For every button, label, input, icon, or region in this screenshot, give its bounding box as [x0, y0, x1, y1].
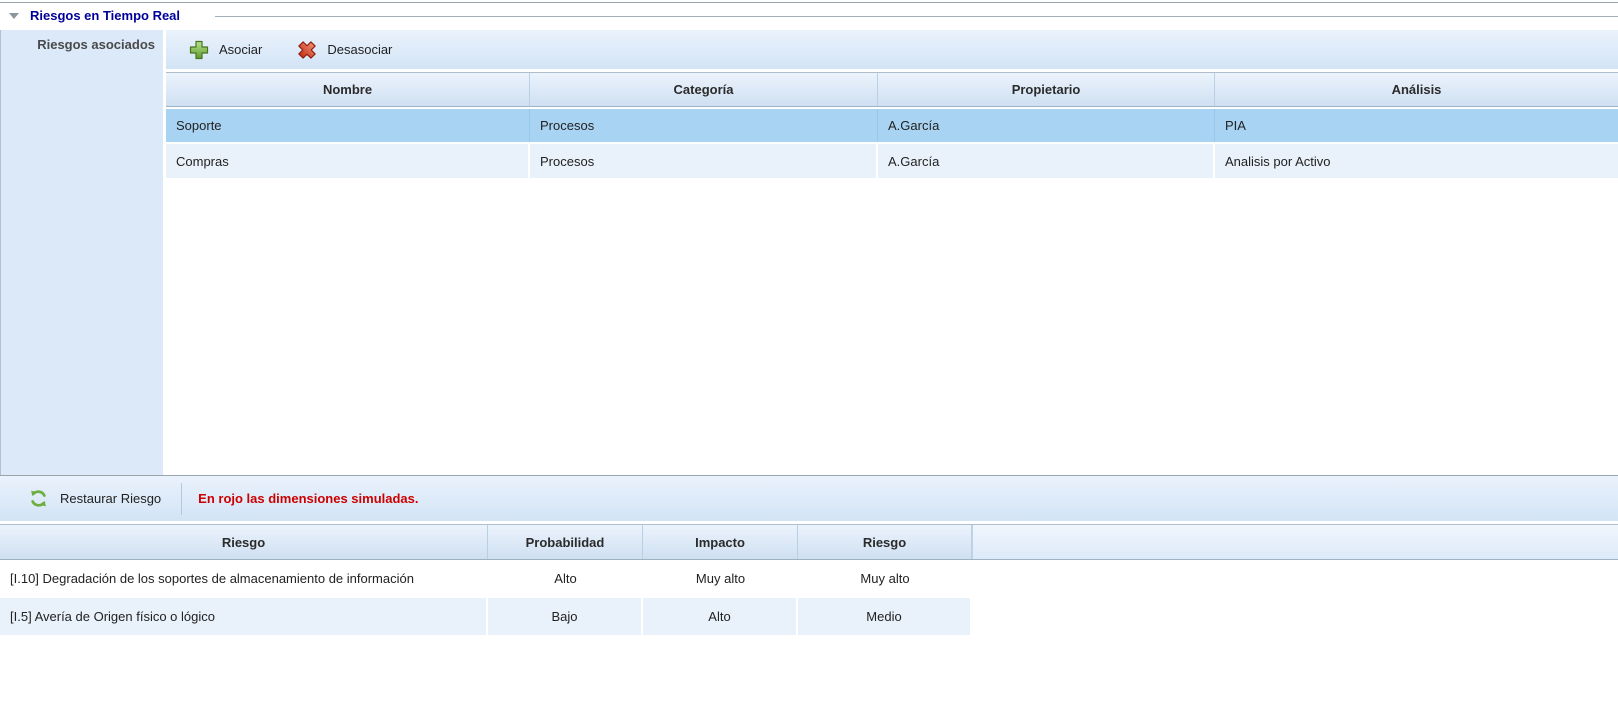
- section-header: Riesgos en Tiempo Real: [8, 7, 1618, 27]
- cell-probabilidad: Alto: [488, 560, 643, 597]
- column-header-nombre: Nombre: [166, 73, 530, 106]
- cell-propietario: A.García: [878, 109, 1215, 142]
- cell-categoria: Procesos: [530, 109, 878, 142]
- cell-filler: [972, 598, 1618, 635]
- cell-nombre: Compras: [166, 144, 530, 178]
- sidebar-panel: Riesgos asociados: [0, 30, 163, 475]
- sidebar-label: Riesgos asociados: [1, 30, 163, 52]
- cell-propietario: A.García: [878, 144, 1215, 178]
- restaurar-riesgo-button[interactable]: Restaurar Riesgo: [20, 484, 169, 513]
- section-divider: [215, 16, 1618, 17]
- cell-impacto: Muy alto: [643, 560, 798, 597]
- toolbar-separator: [181, 483, 182, 515]
- riesgos-screen: Riesgos en Tiempo Real Riesgos asociados…: [0, 0, 1618, 705]
- simulated-dimensions-note: En rojo las dimensiones simuladas.: [198, 491, 418, 506]
- column-header-filler: [972, 525, 1618, 559]
- cell-nombre: Soporte: [166, 109, 530, 142]
- column-header-riesgo: Riesgo: [0, 525, 488, 559]
- desasociar-button[interactable]: Desasociar: [286, 35, 402, 65]
- cell-probabilidad: Bajo: [488, 598, 643, 635]
- cell-riesgo: [I.5] Avería de Origen físico o lógico: [0, 598, 488, 635]
- cell-riesgo-valor: Muy alto: [798, 560, 972, 597]
- column-header-riesgo-valor: Riesgo: [798, 525, 972, 559]
- cell-analisis: PIA: [1215, 109, 1618, 142]
- realtime-grid-header: Riesgo Probabilidad Impacto Riesgo: [0, 524, 1618, 560]
- asociar-label: Asociar: [219, 42, 262, 57]
- cell-filler: [972, 560, 1618, 597]
- realtime-toolbar: Restaurar Riesgo En rojo las dimensiones…: [0, 476, 1618, 521]
- chevron-down-icon[interactable]: [9, 13, 19, 19]
- cell-riesgo-valor: Medio: [798, 598, 972, 635]
- desasociar-label: Desasociar: [327, 42, 392, 57]
- cell-riesgo: [I.10] Degradación de los soportes de al…: [0, 560, 488, 597]
- cell-impacto: Alto: [643, 598, 798, 635]
- associated-grid-header: Nombre Categoría Propietario Análisis: [166, 72, 1618, 107]
- associated-toolbar: Asociar Desasociar: [166, 30, 1618, 69]
- table-row-compras[interactable]: Compras Procesos A.García Analisis por A…: [166, 144, 1618, 178]
- column-header-impacto: Impacto: [643, 525, 798, 559]
- column-header-analisis: Análisis: [1215, 73, 1618, 106]
- column-header-categoria: Categoría: [530, 73, 878, 106]
- asociar-button[interactable]: Asociar: [178, 35, 272, 65]
- column-header-propietario: Propietario: [878, 73, 1215, 106]
- table-row-i10[interactable]: [I.10] Degradación de los soportes de al…: [0, 560, 1618, 597]
- green-plus-icon: [188, 39, 210, 61]
- restaurar-riesgo-label: Restaurar Riesgo: [60, 491, 161, 506]
- table-row-i5[interactable]: [I.5] Avería de Origen físico o lógico B…: [0, 598, 1618, 635]
- cell-analisis: Analisis por Activo: [1215, 144, 1618, 178]
- column-header-probabilidad: Probabilidad: [488, 525, 643, 559]
- section-title: Riesgos en Tiempo Real: [30, 8, 180, 23]
- red-x-icon: [296, 39, 318, 61]
- green-refresh-icon: [28, 488, 49, 509]
- top-divider: [0, 2, 1618, 3]
- cell-categoria: Procesos: [530, 144, 878, 178]
- table-row-soporte-selected[interactable]: Soporte Procesos A.García PIA: [166, 109, 1618, 142]
